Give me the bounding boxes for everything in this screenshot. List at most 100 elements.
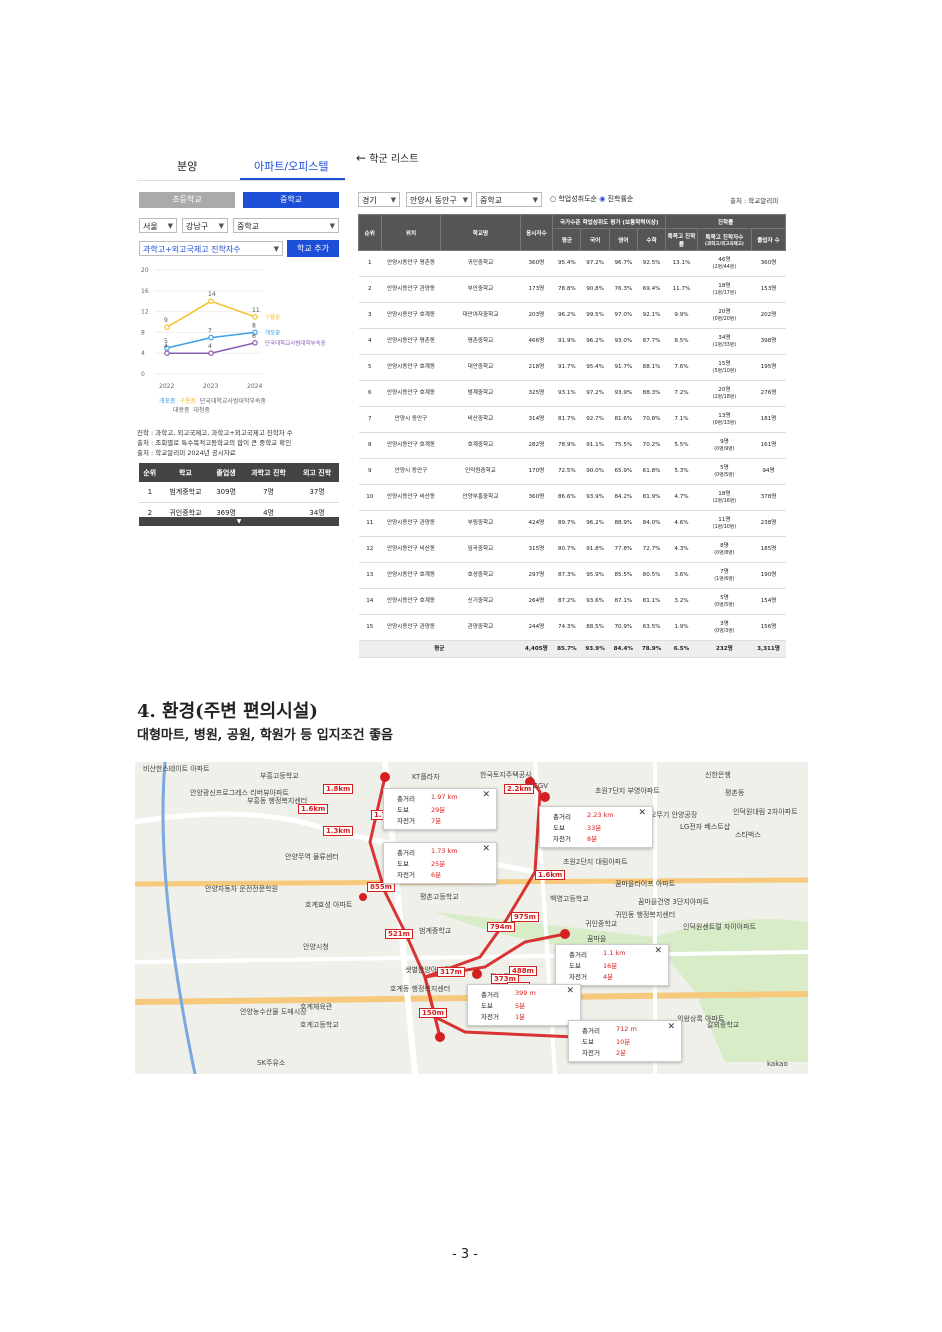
metric-select[interactable]: 과학고+외고국제고 진학자수 ▼: [139, 241, 283, 256]
map-place-label[interactable]: 범계중학교: [419, 926, 451, 936]
table-row[interactable]: 9 안양시 동안구 인덕원중학교 170명 72.5% 90.0% 65.9% 61.8% 5.…: [358, 458, 786, 485]
table-row[interactable]: 1 범계중학교 309명 7명 37명: [139, 482, 339, 503]
legend-item[interactable]: 대왕중: [159, 407, 190, 414]
table-row[interactable]: 3 안양시동안구 호계동 대안여자중학교 203명 96.2% 99.5% 97.0% 92.…: [358, 302, 786, 329]
table-row[interactable]: 11 안양시동안구 관양동 부림중학교 424명 89.7% 96.2% 88.9% 84.0…: [358, 510, 786, 537]
table-row[interactable]: 10 안양시동안구 비산동 안양부흥중학교 360명 86.6% 93.9% 84.2% 81…: [358, 484, 786, 511]
map-place-label[interactable]: SK주유소: [257, 1058, 285, 1068]
map-place-label[interactable]: 오뚜기 안양공장: [650, 810, 697, 820]
map-place-label[interactable]: 스타벅스: [735, 830, 761, 840]
expand-table-button[interactable]: ▼: [139, 517, 339, 526]
map-place-label[interactable]: kakao: [767, 1060, 788, 1068]
close-icon[interactable]: ✕: [482, 844, 490, 854]
table-row[interactable]: 6 안양시동안구 호계동 범계중학교 325명 93.1% 97.2% 93.9% 88.3%…: [358, 380, 786, 407]
level-select[interactable]: 중학교 ▼: [233, 218, 339, 233]
cell: 93.9%: [580, 484, 610, 511]
chevron-down-icon: ▼: [273, 245, 279, 253]
map-place-label[interactable]: 초원7단지 부영아파트: [595, 786, 660, 796]
cell: 11: [358, 510, 382, 537]
close-icon[interactable]: ✕: [667, 1022, 675, 1032]
radio-label[interactable]: 학업성취도순: [558, 195, 597, 203]
route-popup[interactable]: ✕ 총거리 399 m 도보 5분 자전거 1분: [467, 984, 581, 1026]
map-place-label[interactable]: 한국토지주택공사: [480, 770, 532, 780]
radio-unselected-icon[interactable]: ○: [550, 195, 556, 203]
table-row[interactable]: 7 안양시 동안구 비산중학교 314명 81.7% 92.7% 81.6% 70.8% 7.1…: [358, 406, 786, 433]
table-row[interactable]: 5 안양시동안구 호계동 대안중학교 218명 91.7% 95.4% 91.7% 88.1%…: [358, 354, 786, 381]
distance-badge[interactable]: 1.6km: [535, 870, 566, 880]
map-place-label[interactable]: 안양무역 물류센터: [285, 852, 339, 862]
distance-badge[interactable]: 150m: [419, 1008, 447, 1018]
table-row[interactable]: 13 안양시동안구 호계동 호성중학교 297명 87.3% 95.9% 85.5% 80.5…: [358, 562, 786, 589]
distance-badge[interactable]: 794m: [487, 922, 515, 932]
map-place-label[interactable]: LG전자 베스트샵: [680, 822, 730, 832]
map-place-label[interactable]: 호계고등학교: [300, 1020, 339, 1030]
route-popup[interactable]: ✕ 총거리 1.73 km 도보 25분 자전거 6분: [383, 842, 497, 884]
legend-item[interactable]: 구룡중: [179, 398, 196, 405]
table-row[interactable]: 8 안양시동안구 호계동 호계중학교 282명 78.9% 91.1% 75.5% 70.2%…: [358, 432, 786, 459]
map-place-label[interactable]: 평촌동: [725, 788, 744, 798]
city-district-select[interactable]: 안양시 동안구 ▼: [406, 192, 472, 207]
map-place-label[interactable]: CGV: [533, 782, 548, 790]
map-place-label[interactable]: 평촌고등학교: [420, 892, 459, 902]
school-level-select[interactable]: 중학교 ▼: [476, 192, 542, 207]
map-place-label[interactable]: 꿈마을라이프 아파트: [615, 879, 675, 889]
map-place-label[interactable]: KT플라자: [412, 772, 440, 782]
close-icon[interactable]: ✕: [654, 946, 662, 956]
distance-badge[interactable]: 1.6km: [298, 804, 329, 814]
distance-badge[interactable]: 1.8km: [323, 784, 354, 794]
map-place-label[interactable]: 안양농수산물 도매시장: [240, 1007, 307, 1017]
map-place-label[interactable]: 호계동 행정복지센터: [390, 984, 450, 994]
add-school-button[interactable]: 학교 추가: [287, 240, 339, 257]
legend-item[interactable]: 대청중: [193, 407, 210, 414]
table-row[interactable]: 12 안양시동안구 비산동 임곡중학교 315명 80.7% 91.8% 77.8% 72.7…: [358, 536, 786, 563]
route-popup[interactable]: ✕ 총거리 712 m 도보 10분 자전거 2분: [568, 1020, 682, 1062]
map-place-label[interactable]: 귀인중학교: [585, 919, 617, 929]
map-place-label[interactable]: 안양시청: [303, 942, 329, 952]
map-place-label[interactable]: 의왕상록 아파트: [677, 1014, 724, 1024]
tab-sale[interactable]: 분양: [177, 158, 197, 174]
legend-item[interactable]: 단국대학교사범대학부속중: [200, 398, 266, 405]
map-place-label[interactable]: 꿈마을건영 3단지아파트: [638, 897, 709, 907]
map-place-label[interactable]: 비산한스테이트 아파트: [143, 764, 210, 774]
radio-selected-icon[interactable]: ◉: [599, 195, 605, 203]
distance-badge[interactable]: 1.3km: [323, 826, 354, 836]
map-place-label[interactable]: 인덕원센트럴 자이아파트: [683, 922, 756, 932]
close-icon[interactable]: ✕: [566, 986, 574, 996]
distance-badge[interactable]: 2.2km: [504, 784, 535, 794]
radio-label[interactable]: 진학률순: [608, 195, 634, 203]
middle-school-button[interactable]: 중학교: [243, 192, 339, 208]
neighborhood-map[interactable]: 비산한스테이트 아파트부흥고등학교 KT플라자 한국토지주택공사 신한은행 CGV 초원7…: [135, 762, 808, 1074]
map-place-label[interactable]: 호계효성 아파트: [305, 900, 352, 910]
elementary-button[interactable]: 초등학교: [139, 192, 235, 208]
distance-badge[interactable]: 975m: [511, 912, 539, 922]
map-place-label[interactable]: 초원2단지 대림아파트: [563, 857, 628, 867]
map-place-label[interactable]: 인덕원대림 2차아파트: [733, 807, 798, 817]
route-popup[interactable]: ✕ 총거리 1.1 km 도보 16분 자전거 4분: [555, 944, 669, 986]
cell: 76.3%: [609, 276, 638, 303]
province-select[interactable]: 경기 ▼: [358, 192, 400, 207]
route-popup[interactable]: ✕ 총거리 1.97 km 도보 29분 자전거 7분: [383, 788, 497, 830]
route-popup[interactable]: ✕ 총거리 2.23 km 도보 33분 자전거 8분: [539, 806, 653, 848]
district-select[interactable]: 강남구 ▼: [182, 218, 228, 233]
close-icon[interactable]: ✕: [638, 808, 646, 818]
table-row[interactable]: 14 안양시동안구 호계동 신기중학교 264명 87.2% 93.6% 87.1% 81.1…: [358, 588, 786, 615]
cell: 88.5%: [580, 614, 610, 641]
map-place-label[interactable]: 안양자동차 운전전문학원: [205, 884, 278, 894]
tab-apartment-officetel[interactable]: 아파트/오피스텔: [254, 158, 329, 174]
table-row[interactable]: 4 안양시동안구 평촌동 평촌중학교 466명 91.9% 96.2% 93.0% 87.7%…: [358, 328, 786, 355]
map-place-label[interactable]: 귀인동 행정복지센터: [615, 910, 675, 920]
table-row[interactable]: 15 안양시동안구 관양동 관양중학교 244명 74.3% 88.5% 70.9% 63.5…: [358, 614, 786, 641]
map-place-label[interactable]: 신한은행: [705, 770, 731, 780]
map-place-label[interactable]: 백영고등학교: [550, 894, 589, 904]
distance-badge[interactable]: 521m: [385, 929, 413, 939]
distance-badge[interactable]: 317m: [437, 967, 465, 977]
map-place-label[interactable]: 부흥고등학교: [260, 771, 299, 781]
map-place-label[interactable]: 꿈마을: [587, 934, 606, 944]
legend-item[interactable]: 개포중: [159, 398, 176, 405]
back-arrow-icon[interactable]: ←: [356, 151, 366, 165]
table-row[interactable]: 2 안양시동안구 관양동 부안중학교 173명 78.8% 90.8% 76.3% 69.4%…: [358, 276, 786, 303]
close-icon[interactable]: ✕: [482, 790, 490, 800]
table-row[interactable]: 1 안양시동안구 평촌동 귀인중학교 360명 95.4% 97.2% 96.7% 92.5%…: [358, 250, 786, 277]
cell: 대안여자중학교: [440, 302, 520, 329]
city-select[interactable]: 서울 ▼: [139, 218, 177, 233]
